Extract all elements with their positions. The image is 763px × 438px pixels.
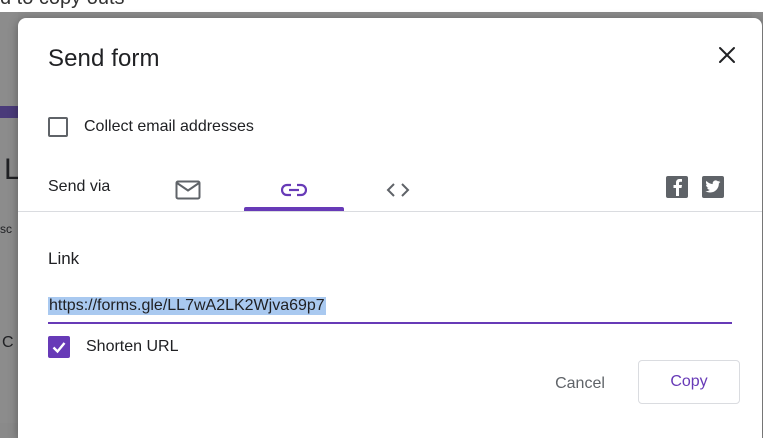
url-value[interactable]: https://forms.gle/LL7wA2LK2Wjva69p7 (48, 297, 326, 315)
tab-embed[interactable] (378, 168, 418, 212)
send-form-dialog: Send form Collect email addresses Send v… (18, 18, 762, 438)
background-top-text: d to copy outs (0, 0, 125, 10)
dialog-title: Send form (48, 45, 160, 72)
tab-link[interactable] (244, 168, 344, 212)
close-icon (719, 47, 735, 63)
background-page-top: d to copy outs (0, 0, 763, 12)
checkmark-icon (52, 342, 66, 354)
copy-button[interactable]: Copy (638, 360, 740, 404)
shorten-url-row[interactable]: Shorten URL (48, 336, 179, 358)
tab-email[interactable] (168, 168, 208, 212)
tab-divider (18, 211, 762, 212)
url-input[interactable]: https://forms.gle/LL7wA2LK2Wjva69p7 (48, 294, 732, 324)
mail-icon (175, 180, 201, 200)
collect-email-checkbox[interactable] (48, 117, 68, 137)
shorten-url-label: Shorten URL (86, 338, 179, 355)
link-section-label: Link (48, 249, 80, 268)
background-purple-strip (0, 106, 18, 118)
close-button[interactable] (710, 38, 744, 72)
collect-email-row[interactable]: Collect email addresses (48, 117, 254, 137)
twitter-icon (705, 180, 721, 193)
facebook-share-button[interactable] (666, 176, 688, 198)
cancel-button[interactable]: Cancel (534, 362, 626, 406)
background-fragment: sc (0, 222, 12, 236)
twitter-share-button[interactable] (702, 176, 724, 198)
send-via-label: Send via (48, 178, 111, 195)
code-icon (386, 183, 410, 197)
shorten-url-checkbox[interactable] (48, 336, 70, 358)
link-icon (281, 183, 307, 197)
background-left-edge (0, 12, 18, 423)
facebook-icon (673, 179, 682, 196)
background-fragment: C (2, 334, 14, 351)
collect-email-label: Collect email addresses (84, 118, 254, 135)
